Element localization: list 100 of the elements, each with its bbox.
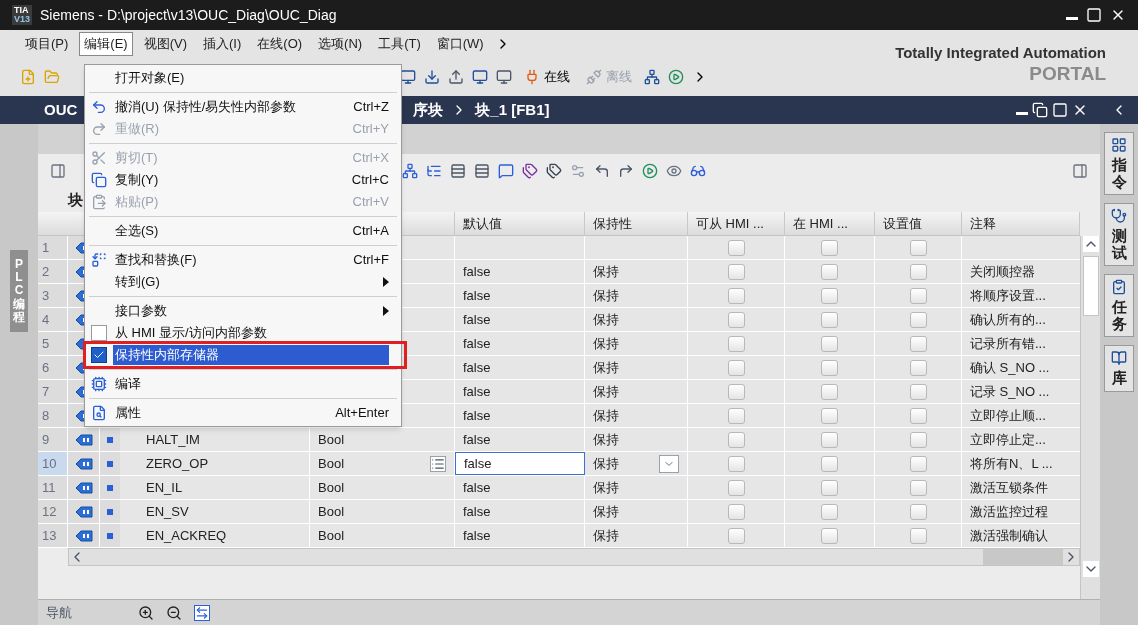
menu-item[interactable]: 工具(T) (373, 32, 426, 56)
side-tab-label: 库 (1111, 370, 1127, 387)
checkbox[interactable] (909, 455, 927, 472)
breadcrumb-item[interactable]: 序块 (413, 98, 444, 122)
checkbox[interactable] (821, 503, 838, 520)
menu-entry[interactable]: 查找和替换(F) Ctrl+F (85, 249, 401, 271)
column-header[interactable]: 默认值 (463, 213, 502, 234)
vertical-scrollbar[interactable] (1080, 236, 1100, 599)
menu-entry[interactable]: 编译 (85, 373, 401, 395)
checkbox[interactable] (727, 359, 745, 376)
menu-entry[interactable]: 复制(Y) Ctrl+C (85, 169, 401, 191)
scissors-icon (91, 150, 107, 166)
checkbox[interactable] (727, 239, 745, 256)
checkbox[interactable] (821, 431, 838, 448)
checkbox[interactable] (821, 527, 838, 544)
side-tab[interactable]: 测试 (1104, 203, 1134, 266)
checkbox[interactable] (909, 335, 927, 352)
breadcrumb-item[interactable]: 块_1 [FB1] (475, 98, 550, 122)
tags-icon (522, 163, 538, 179)
checkbox[interactable] (909, 239, 927, 256)
square-icon (107, 508, 113, 515)
table-cell-text: 记录 S_NO ... (970, 382, 1050, 401)
checkbox[interactable] (727, 479, 745, 496)
menu-entry[interactable]: 全选(S) Ctrl+A (85, 220, 401, 242)
menu-item[interactable]: 插入(I) (198, 32, 247, 56)
menu-entry[interactable]: 从 HMI 显示/访问内部参数 (85, 322, 401, 344)
checkbox[interactable] (909, 407, 927, 424)
checkbox[interactable] (727, 383, 745, 400)
table-cell-text: Bool (318, 478, 345, 497)
checkbox[interactable] (727, 263, 745, 280)
submenu-arrow-icon (383, 306, 389, 316)
menu-item[interactable]: 选项(N) (313, 32, 368, 56)
table-cell-text: false (463, 406, 491, 425)
glasses-icon (690, 163, 706, 179)
menu-entry[interactable]: 保持性内部存储器 (85, 344, 401, 366)
checkbox[interactable] (727, 335, 745, 352)
checkbox[interactable] (909, 287, 927, 304)
checkbox[interactable] (821, 335, 838, 352)
table-cell-text: false (463, 526, 491, 545)
side-tab[interactable]: 库 (1104, 345, 1134, 392)
checkbox[interactable] (821, 311, 838, 328)
checkbox[interactable] (821, 479, 838, 496)
column-header[interactable]: 设置值 (883, 213, 922, 234)
table-cell-text: Bool (318, 526, 345, 545)
checkbox[interactable] (909, 527, 927, 544)
scroll-down-icon[interactable] (1082, 561, 1099, 577)
checkbox[interactable] (727, 527, 745, 544)
checkbox[interactable] (909, 311, 927, 328)
menu-item[interactable]: 在线(O) (252, 32, 308, 56)
checkbox[interactable] (909, 359, 927, 376)
checkbox[interactable] (727, 455, 745, 472)
checkbox[interactable] (909, 383, 927, 400)
toolbar-button[interactable]: 在线 (520, 67, 574, 87)
checkbox[interactable] (909, 479, 927, 496)
scroll-thumb[interactable] (1082, 256, 1099, 316)
checkbox[interactable] (821, 359, 838, 376)
breadcrumb-item[interactable]: OUC (44, 98, 78, 122)
scroll-up-icon[interactable] (1082, 236, 1099, 252)
checkbox[interactable] (909, 503, 927, 520)
checkbox[interactable] (727, 311, 745, 328)
menu-item[interactable]: 窗口(W) (431, 32, 489, 56)
column-header[interactable]: 在 HMI ... (793, 213, 848, 234)
checkbox[interactable] (821, 287, 838, 304)
checkbox[interactable] (821, 239, 838, 256)
menu-entry[interactable]: 接口参数 (85, 300, 401, 322)
checkbox[interactable] (91, 325, 107, 341)
checkbox[interactable] (821, 383, 838, 400)
row-number: 11 (42, 478, 56, 497)
checkbox[interactable] (727, 431, 745, 448)
menu-item[interactable]: 项目(P) (20, 32, 74, 56)
menu-label: 保持性内部存储器 (113, 345, 389, 365)
checkbox[interactable] (727, 407, 745, 424)
checkbox[interactable] (821, 407, 838, 424)
minimize-icon[interactable] (1066, 17, 1078, 20)
menu-item[interactable]: 视图(V) (138, 32, 193, 56)
checkbox[interactable] (727, 503, 745, 520)
dropdown-button[interactable] (659, 454, 679, 473)
horizontal-scrollbar[interactable] (68, 548, 1080, 566)
column-header[interactable]: 注释 (970, 213, 996, 234)
checkbox[interactable] (727, 287, 745, 304)
side-tab[interactable]: 任务 (1104, 274, 1134, 337)
tag-icon (74, 529, 93, 542)
play-icon (668, 69, 684, 85)
checkbox[interactable] (821, 455, 838, 472)
checkbox[interactable] (821, 263, 838, 280)
menu-entry[interactable]: 属性 Alt+Enter (85, 402, 401, 424)
side-tab[interactable]: 指令 (1104, 132, 1134, 195)
menu-label: 全选(S) (114, 222, 160, 241)
menu-label: 编译 (114, 375, 142, 394)
checkbox[interactable] (909, 431, 927, 448)
checkbox[interactable] (909, 263, 927, 280)
column-header[interactable]: 可从 HMI ... (696, 213, 764, 234)
minimize-icon[interactable] (1016, 112, 1028, 115)
column-header[interactable]: 保持性 (593, 213, 632, 234)
menu-entry[interactable]: 打开对象(E) (85, 67, 401, 89)
menu-item[interactable]: 编辑(E) (79, 32, 133, 56)
scroll-thumb[interactable] (983, 549, 1063, 565)
menu-entry[interactable]: 撤消(U) 保持性/易失性内部参数 Ctrl+Z (85, 96, 401, 118)
checkbox[interactable] (91, 347, 107, 363)
menu-entry[interactable]: 转到(G) (85, 271, 401, 293)
